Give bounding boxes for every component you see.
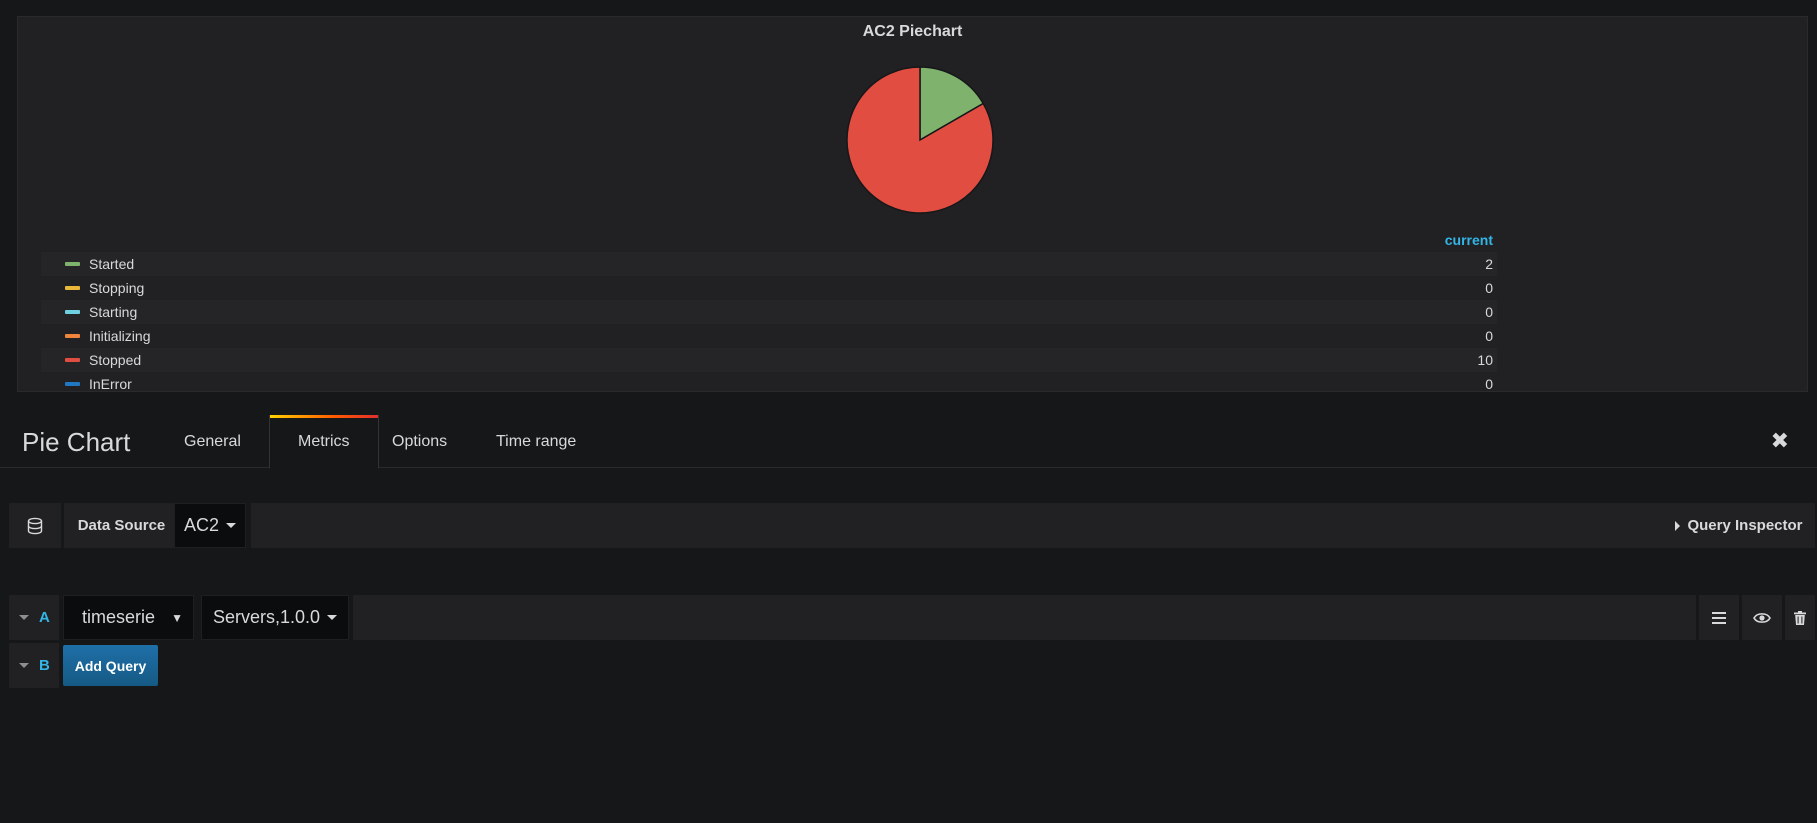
- datasource-label: Data Source: [64, 503, 179, 548]
- chevron-down-icon: [327, 615, 338, 620]
- datasource-spacer: [251, 503, 1669, 548]
- query-type-select[interactable]: timeserie ▼: [63, 595, 194, 640]
- datasource-selected: AC2: [183, 515, 219, 535]
- delete-query-button[interactable]: [1785, 595, 1815, 640]
- tab-time-range[interactable]: Time range: [468, 415, 604, 468]
- legend-label[interactable]: Started: [89, 256, 1417, 272]
- legend-value: 0: [1485, 328, 1493, 344]
- legend: current Started 2 Stopping 0 Starting 0 Initia…: [41, 228, 1497, 392]
- toggle-visibility-button[interactable]: [1742, 595, 1782, 640]
- eye-icon: [1753, 612, 1771, 623]
- legend-value: 2: [1485, 256, 1493, 272]
- piechart-panel: AC2 Piechart current Started 2 Stopping 0 St…: [17, 16, 1808, 392]
- legend-row[interactable]: Stopping 0: [41, 276, 1497, 300]
- legend-label[interactable]: Stopping: [89, 280, 1417, 296]
- legend-header-current[interactable]: current: [41, 228, 1497, 252]
- datasource-select[interactable]: AC2: [174, 503, 246, 548]
- legend-row[interactable]: Started 2: [41, 252, 1497, 276]
- add-query-button[interactable]: Add Query: [63, 645, 158, 686]
- trash-icon: [1794, 610, 1806, 625]
- editor-title: Pie Chart: [22, 427, 131, 457]
- datasource-row: Data Source AC2 Query Inspector: [9, 503, 1815, 548]
- query-inspector-button[interactable]: Query Inspector: [1663, 503, 1815, 548]
- legend-row[interactable]: Starting 0: [41, 300, 1497, 324]
- legend-value: 0: [1485, 304, 1493, 320]
- query-row-b: B Add Query: [9, 643, 1815, 688]
- legend-value: 0: [1485, 376, 1493, 392]
- query-letter: A: [39, 609, 50, 626]
- legend-swatch[interactable]: [65, 310, 80, 314]
- legend-swatch[interactable]: [65, 334, 80, 338]
- query-a-toggle[interactable]: A: [9, 595, 59, 640]
- query-target-value: Servers,1.0.0: [212, 607, 321, 627]
- query-type-value: timeserie: [82, 607, 156, 627]
- legend-value: 10: [1477, 352, 1493, 368]
- legend-swatch[interactable]: [65, 286, 80, 290]
- legend-swatch[interactable]: [65, 358, 80, 362]
- legend-label[interactable]: Starting: [89, 304, 1417, 320]
- query-spacer: [353, 595, 1696, 640]
- query-letter: B: [39, 657, 50, 674]
- panel-title[interactable]: AC2 Piechart: [18, 23, 1807, 41]
- legend-row[interactable]: InError 0: [41, 372, 1497, 392]
- pie-chart: [846, 66, 994, 214]
- legend-label[interactable]: InError: [89, 376, 1417, 391]
- legend-label[interactable]: Initializing: [89, 328, 1417, 344]
- tab-general[interactable]: General: [156, 415, 269, 468]
- query-inspector-label: Query Inspector: [1687, 517, 1803, 534]
- legend-swatch[interactable]: [65, 262, 80, 266]
- chevron-down-icon: [226, 523, 236, 528]
- query-target-select[interactable]: Servers,1.0.0: [201, 595, 349, 640]
- legend-row[interactable]: Initializing 0: [41, 324, 1497, 348]
- editor-header: Pie Chart General Metrics Options Time r…: [0, 415, 1817, 469]
- query-row-a: A timeserie ▼ Servers,1.0.0: [9, 595, 1815, 640]
- tab-metrics[interactable]: Metrics: [269, 415, 379, 469]
- database-icon: [9, 503, 61, 548]
- query-b-toggle[interactable]: B: [9, 643, 59, 688]
- hamburger-icon: [1712, 611, 1726, 624]
- legend-swatch[interactable]: [65, 382, 80, 386]
- caret-right-icon: [1675, 520, 1681, 531]
- legend-value: 0: [1485, 280, 1493, 296]
- collapse-icon: [19, 663, 29, 668]
- menu-button[interactable]: [1699, 595, 1739, 640]
- close-icon[interactable]: ✖: [1771, 428, 1789, 454]
- dropdown-arrow-icon: ▼: [171, 610, 183, 625]
- collapse-icon: [19, 615, 29, 620]
- app-window: AC2 Piechart current Started 2 Stopping 0 St…: [0, 0, 1817, 823]
- legend-label[interactable]: Stopped: [89, 352, 1417, 368]
- legend-row[interactable]: Stopped 10: [41, 348, 1497, 372]
- tab-options[interactable]: Options: [364, 415, 475, 468]
